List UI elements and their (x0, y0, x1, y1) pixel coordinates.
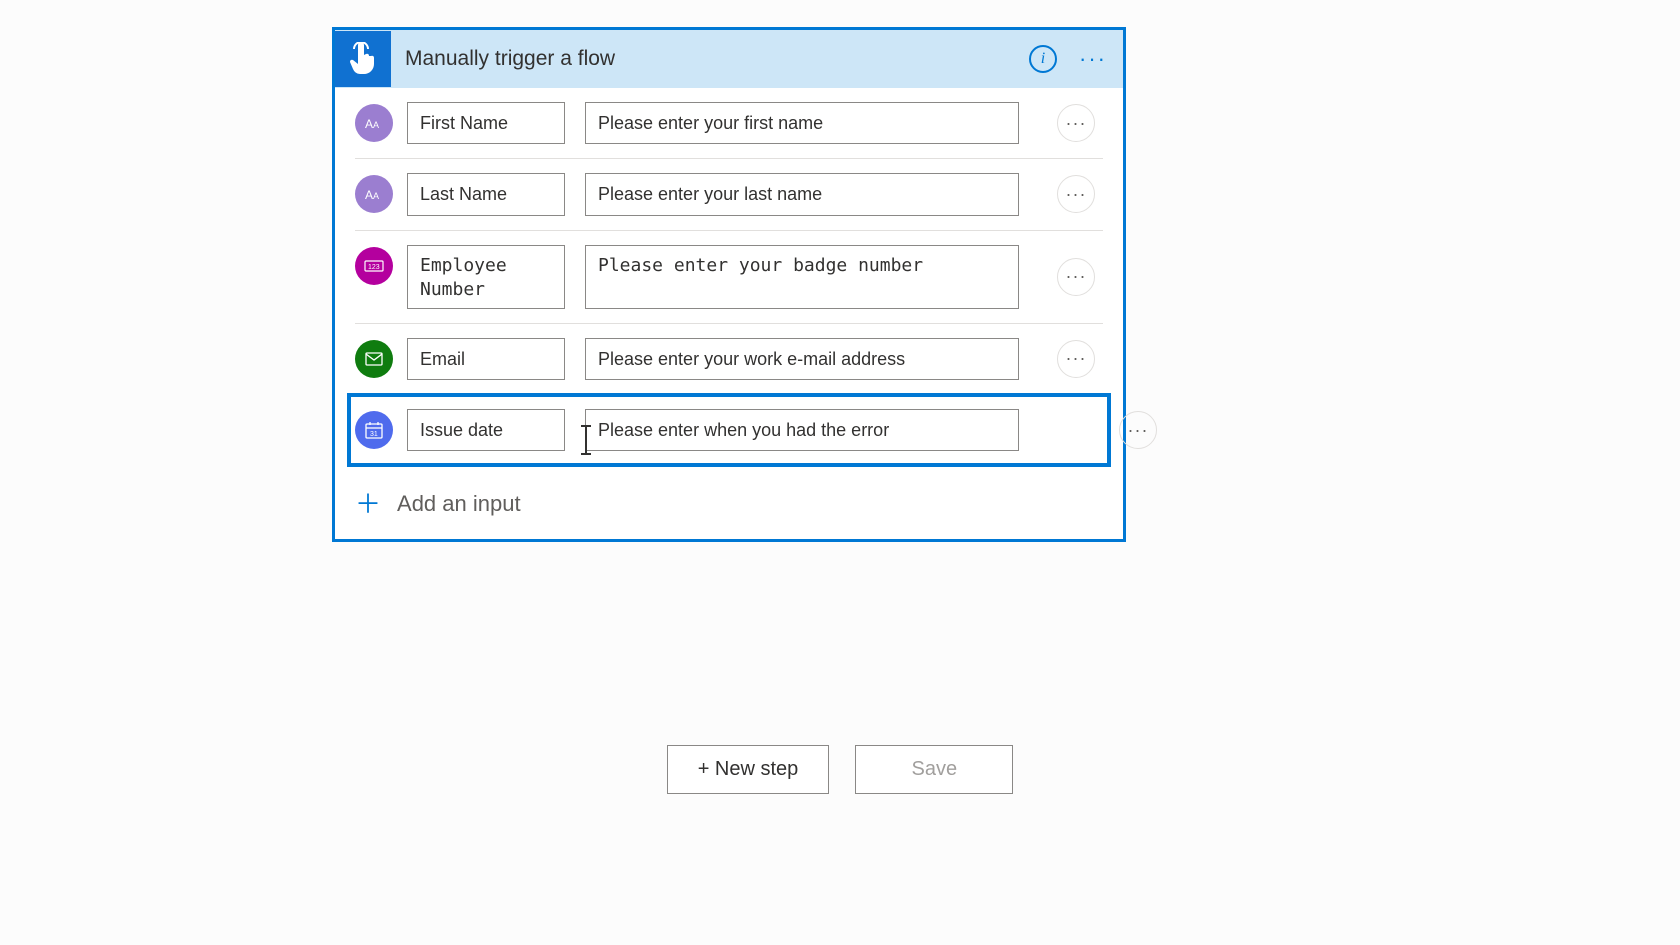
input-row-selected: 31 ··· (349, 395, 1109, 465)
header-more-icon[interactable]: ··· (1079, 48, 1111, 70)
svg-text:A: A (373, 191, 379, 201)
bottom-actions: + New step Save (0, 745, 1680, 794)
input-row: AA ··· (355, 88, 1103, 159)
info-icon[interactable]: i (1029, 45, 1057, 73)
email-type-icon (355, 340, 393, 378)
trigger-header[interactable]: Manually trigger a flow i ··· (335, 30, 1123, 88)
input-name-field[interactable] (407, 409, 565, 451)
text-type-icon: AA (355, 104, 393, 142)
input-row: ··· (355, 324, 1103, 395)
input-name-field[interactable] (407, 102, 565, 144)
input-name-field[interactable] (407, 173, 565, 215)
manual-trigger-icon (335, 31, 391, 87)
svg-text:A: A (365, 117, 373, 130)
text-cursor-icon (585, 427, 587, 453)
input-description-field[interactable] (585, 173, 1019, 215)
row-more-icon[interactable]: ··· (1057, 104, 1095, 142)
add-input-label: Add an input (397, 491, 521, 517)
svg-text:A: A (365, 188, 373, 201)
row-more-icon[interactable]: ··· (1057, 340, 1095, 378)
input-description-field[interactable] (585, 102, 1019, 144)
save-button[interactable]: Save (855, 745, 1013, 794)
svg-text:31: 31 (370, 431, 378, 438)
row-more-icon[interactable]: ··· (1057, 175, 1095, 213)
trigger-card: Manually trigger a flow i ··· AA ··· AA … (332, 27, 1126, 542)
new-step-button[interactable]: + New step (667, 745, 830, 794)
plus-icon: ＋ (355, 491, 381, 517)
input-description-field[interactable] (585, 409, 1019, 451)
input-row: AA ··· (355, 159, 1103, 230)
row-more-icon[interactable]: ··· (1057, 258, 1095, 296)
date-type-icon: 31 (355, 411, 393, 449)
number-type-icon: 123 (355, 247, 393, 285)
input-description-field[interactable] (585, 338, 1019, 380)
text-type-icon: AA (355, 175, 393, 213)
input-description-field[interactable] (585, 245, 1019, 309)
input-row: 123 ··· (355, 231, 1103, 324)
inputs-list: AA ··· AA ··· 123 ··· (335, 88, 1123, 469)
input-name-field[interactable] (407, 245, 565, 309)
svg-text:123: 123 (368, 264, 380, 271)
add-input-button[interactable]: ＋ Add an input (335, 469, 1123, 539)
trigger-title: Manually trigger a flow (391, 47, 615, 71)
row-more-icon[interactable]: ··· (1119, 411, 1157, 449)
svg-text:A: A (373, 120, 379, 130)
input-name-field[interactable] (407, 338, 565, 380)
